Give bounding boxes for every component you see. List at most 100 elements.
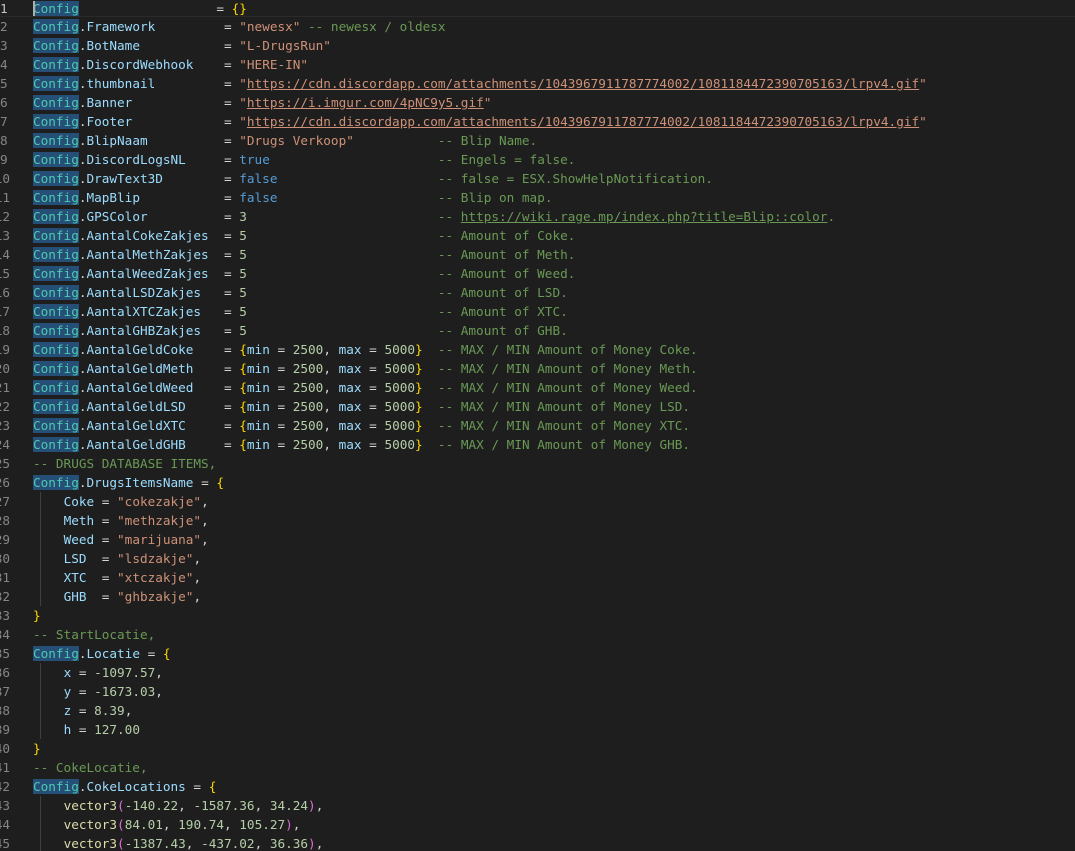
line-code[interactable]: Config.AantalMethZakjes = 5 -- Amount of… — [33, 245, 575, 264]
line-code[interactable]: Config.AantalGeldGHB = {min = 2500, max … — [33, 435, 690, 454]
code-line[interactable]: 1 Config = {} — [0, 0, 1075, 17]
code-line[interactable]: 7 Config.Footer = "https://cdn.discordapp… — [0, 112, 1075, 131]
code-line[interactable]: 42 Config.CokeLocations = { — [0, 777, 1075, 796]
code-line[interactable]: 3 Config.BotName = "L-DrugsRun" — [0, 36, 1075, 55]
code-line[interactable]: 22 Config.AantalGeldLSD = {min = 2500, ma… — [0, 397, 1075, 416]
code-line[interactable]: 13 Config.AantalCokeZakjes = 5 -- Amount … — [0, 226, 1075, 245]
line-code[interactable]: Config.AantalXTCZakjes = 5 -- Amount of … — [33, 302, 568, 321]
code-line[interactable]: 38 z = 8.39, — [0, 701, 1075, 720]
token-b1: { — [239, 342, 247, 357]
code-line[interactable]: 26 Config.DrugsItemsName = { — [0, 473, 1075, 492]
line-code[interactable]: GHB = "ghbzakje", — [33, 587, 202, 606]
line-code[interactable]: Config.BlipNaam = "Drugs Verkoop" -- Bli… — [33, 131, 537, 150]
line-code[interactable]: -- StartLocatie, — [33, 625, 155, 644]
line-code[interactable]: Config.DrugsItemsName = { — [33, 473, 224, 492]
code-line[interactable]: 20 Config.AantalGeldMeth = {min = 2500, m… — [0, 359, 1075, 378]
code-line[interactable]: 6 Config.Banner = "https://i.imgur.com/4p… — [0, 93, 1075, 112]
code-line[interactable]: 16 Config.AantalLSDZakjes = 5 -- Amount o… — [0, 283, 1075, 302]
line-code[interactable]: Config.thumbnail = "https://cdn.discorda… — [33, 74, 927, 93]
code-line[interactable]: 44 vector3(84.01, 190.74, 105.27), — [0, 815, 1075, 834]
code-line[interactable]: 43 vector3(-140.22, -1587.36, 34.24), — [0, 796, 1075, 815]
line-code[interactable]: vector3(-140.22, -1587.36, 34.24), — [33, 796, 324, 815]
code-line[interactable]: 37 y = -1673.03, — [0, 682, 1075, 701]
line-code[interactable]: -- CokeLocatie, — [33, 758, 148, 777]
line-code[interactable]: Config.BotName = "L-DrugsRun" — [33, 36, 331, 55]
code-line[interactable]: 28 Meth = "methzakje", — [0, 511, 1075, 530]
line-code[interactable]: Config.AantalGeldCoke = {min = 2500, max… — [33, 340, 698, 359]
code-line[interactable]: 21 Config.AantalGeldWeed = {min = 2500, m… — [0, 378, 1075, 397]
code-line[interactable]: 11 Config.MapBlip = false -- Blip on map. — [0, 188, 1075, 207]
code-line[interactable]: 45 vector3(-1387.43, -437.02, 36.36), — [0, 834, 1075, 851]
code-line[interactable]: 23 Config.AantalGeldXTC = {min = 2500, ma… — [0, 416, 1075, 435]
line-code[interactable]: Config.AantalWeedZakjes = 5 -- Amount of… — [33, 264, 575, 283]
token-cm: -- StartLocatie, — [33, 627, 156, 642]
line-code[interactable]: LSD = "lsdzakje", — [33, 549, 202, 568]
token-op: , — [193, 570, 202, 585]
code-line[interactable]: 4 Config.DiscordWebhook = "HERE-IN" — [0, 55, 1075, 74]
line-code[interactable]: Config.DrawText3D = false -- false = ESX… — [33, 169, 713, 188]
token-cm: -- Amount of LSD. — [246, 285, 568, 300]
line-code[interactable]: y = -1673.03, — [33, 682, 163, 701]
line-code[interactable]: } — [33, 739, 41, 758]
code-line[interactable]: 41 -- CokeLocatie, — [0, 758, 1075, 777]
code-line[interactable]: 9 Config.DiscordLogsNL = true -- Engels =… — [0, 150, 1075, 169]
code-line[interactable]: 31 XTC = "xtczakje", — [0, 568, 1075, 587]
code-line[interactable]: 24 Config.AantalGeldGHB = {min = 2500, ma… — [0, 435, 1075, 454]
line-code[interactable]: Config.AantalGeldMeth = {min = 2500, max… — [33, 359, 698, 378]
line-code[interactable]: vector3(-1387.43, -437.02, 36.36), — [33, 834, 324, 851]
code-line[interactable]: 14 Config.AantalMethZakjes = 5 -- Amount … — [0, 245, 1075, 264]
code-line[interactable]: 18 Config.AantalGHBZakjes = 5 -- Amount o… — [0, 321, 1075, 340]
line-code[interactable]: Config.CokeLocations = { — [33, 777, 216, 796]
line-code[interactable]: Config.AantalGeldLSD = {min = 2500, max … — [33, 397, 690, 416]
line-code[interactable]: Config.Footer = "https://cdn.discordapp.… — [33, 112, 927, 131]
token-num: 2500 — [292, 380, 324, 395]
line-code[interactable]: Meth = "methzakje", — [33, 511, 209, 530]
line-code[interactable]: Coke = "cokezakje", — [33, 492, 209, 511]
line-code[interactable]: Config.MapBlip = false -- Blip on map. — [33, 188, 552, 207]
code-line[interactable]: 33} — [0, 606, 1075, 625]
code-line[interactable]: 30 LSD = "lsdzakje", — [0, 549, 1075, 568]
code-line[interactable]: 29 Weed = "marijuana", — [0, 530, 1075, 549]
line-code[interactable]: Config.DiscordWebhook = "HERE-IN" — [33, 55, 308, 74]
line-code[interactable]: Config.AantalGHBZakjes = 5 -- Amount of … — [33, 321, 568, 340]
code-line[interactable]: 40} — [0, 739, 1075, 758]
code-line[interactable]: 34 -- StartLocatie, — [0, 625, 1075, 644]
code-line[interactable]: 15 Config.AantalWeedZakjes = 5 -- Amount … — [0, 264, 1075, 283]
code-line[interactable]: 12 Config. GPSColor = 3 -- https://wiki.ra… — [0, 207, 1075, 226]
line-code[interactable]: Config.Locatie = { — [33, 644, 171, 663]
line-code[interactable]: z = 8.39, — [33, 701, 133, 720]
line-code[interactable]: Config.DiscordLogsNL = true -- Engels = … — [33, 150, 575, 169]
code-line[interactable]: 36 x = -1097.57, — [0, 663, 1075, 682]
code-line[interactable]: 19 Config.AantalGeldCoke = {min = 2500, m… — [0, 340, 1075, 359]
token-kw: false — [239, 190, 278, 205]
token-op: = — [71, 703, 95, 718]
line-code[interactable]: x = -1097.57, — [33, 663, 163, 682]
line-code[interactable]: Config.Banner = "https://i.imgur.com/4pN… — [33, 93, 491, 112]
token-op: , — [162, 817, 179, 832]
code-line[interactable]: 2 Config.Framework = "newesx" -- newesx /… — [0, 17, 1075, 36]
line-code[interactable]: vector3(84.01, 190.74, 105.27), — [33, 815, 301, 834]
line-code[interactable]: Config.Framework = "newesx" -- newesx / … — [33, 17, 446, 36]
code-editor[interactable]: 1 Config = {} 2 Config.Framework = "newesx"… — [0, 0, 1075, 851]
line-code[interactable]: Config.AantalCokeZakjes = 5 -- Amount of… — [33, 226, 575, 245]
line-code[interactable]: Config.AantalGeldWeed = {min = 2500, max… — [33, 378, 698, 397]
line-code[interactable]: Weed = "marijuana", — [33, 530, 209, 549]
line-code[interactable]: Config. GPSColor = 3 -- https://wiki.rage… — [33, 207, 835, 226]
line-code[interactable]: h = 127.00 — [33, 720, 140, 739]
code-line[interactable]: 32 GHB = "ghbzakje", — [0, 587, 1075, 606]
code-line[interactable]: 25 -- DRUGS DATABASE ITEMS, — [0, 454, 1075, 473]
code-line[interactable]: 5 Config.thumbnail = "https://cdn.discord… — [0, 74, 1075, 93]
line-code[interactable]: -- DRUGS DATABASE ITEMS, — [33, 454, 216, 473]
code-line[interactable]: 8 Config.BlipNaam = "Drugs Verkoop" -- Bl… — [0, 131, 1075, 150]
line-code[interactable]: } — [33, 606, 41, 625]
line-code[interactable]: Config = {} — [33, 0, 247, 18]
code-line[interactable]: 27 Coke = "cokezakje", — [0, 492, 1075, 511]
line-code[interactable]: XTC = "xtczakje", — [33, 568, 202, 587]
code-line[interactable]: 10 Config.DrawText3D = false -- false = E… — [0, 169, 1075, 188]
code-line[interactable]: 17 Config.AantalXTCZakjes = 5 -- Amount o… — [0, 302, 1075, 321]
token-cfg: Config — [33, 418, 79, 433]
line-code[interactable]: Config.AantalLSDZakjes = 5 -- Amount of … — [33, 283, 568, 302]
code-line[interactable]: 35 Config.Locatie = { — [0, 644, 1075, 663]
code-line[interactable]: 39 h = 127.00 — [0, 720, 1075, 739]
line-code[interactable]: Config.AantalGeldXTC = {min = 2500, max … — [33, 416, 690, 435]
